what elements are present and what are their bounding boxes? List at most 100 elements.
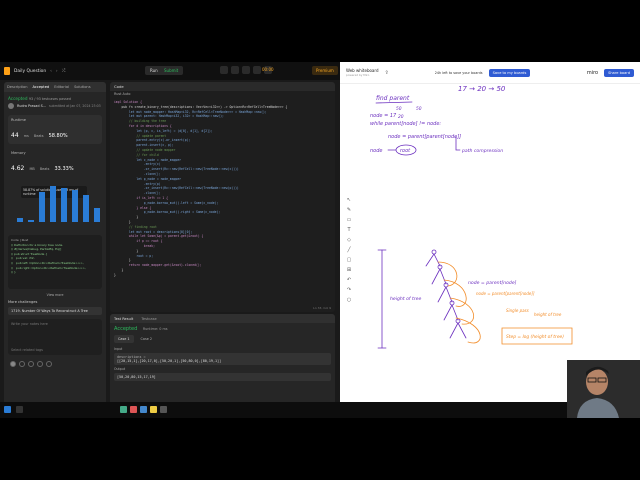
cursor-icon[interactable]: ↖ (345, 197, 353, 204)
undo-icon[interactable]: ↶ (345, 277, 353, 284)
code-line[interactable]: } (114, 273, 287, 278)
shape-icon[interactable]: ◇ (345, 237, 353, 244)
distribution-bar[interactable] (83, 195, 89, 222)
prev-arrow-icon[interactable]: ‹ (50, 69, 52, 74)
underline-stroke (375, 101, 413, 104)
problem-list-title[interactable]: Daily Question (14, 69, 46, 74)
premium-button[interactable]: Premium (312, 66, 338, 75)
webcam-person (567, 360, 640, 418)
test-result-panel: Test Result Testcase Accepted Runtime: 0… (110, 314, 335, 409)
submitter-row: Rudra Prasad S... submitted at Jan 07, 2… (4, 101, 106, 111)
language-selector[interactable]: Rust Auto (110, 91, 335, 99)
n50-note-2: 50 (416, 106, 422, 112)
test-tabs: Test Result Testcase (110, 314, 335, 323)
memory-beats-label: Beats (39, 167, 50, 171)
cursor-position: Ln 33, Col 9 (313, 306, 331, 310)
input-label: Input (114, 347, 123, 351)
start-icon[interactable] (4, 406, 11, 413)
path-compression-label: path compression (461, 148, 503, 154)
code-lines[interactable]: impl Solution { pub fn create_binary_tre… (114, 100, 287, 277)
input-value: [[20,15,1],[20,17,0],[50,20,1],[50,80,0]… (117, 359, 222, 363)
code-editor[interactable]: Code Rust Auto impl Solution { pub fn cr… (110, 82, 335, 312)
challenge-link[interactable]: 1719. Number Of Ways To Reconstruct A Tr… (8, 307, 102, 315)
tree-formula: node = parent[node] (468, 280, 517, 286)
whiteboard-canvas[interactable]: 17 → 20 → 50 find parent 50 50 20 node =… (340, 62, 640, 402)
test-accepted-label: Accepted (114, 326, 138, 332)
distribution-bar[interactable] (72, 189, 78, 222)
n20-note: 20 (398, 114, 404, 120)
pen-icon[interactable]: ✎ (345, 207, 353, 214)
sticky-note-icon[interactable]: ▭ (345, 217, 353, 224)
app-icon[interactable] (120, 406, 127, 413)
frame-icon[interactable]: ⊞ (345, 267, 353, 274)
distribution-bar[interactable] (28, 220, 34, 222)
runtime-distribution-chart[interactable]: 58.87% of solutions used 33 ms of runtim… (11, 176, 100, 228)
panel-tabs: Description Accepted Editorial Solutions (4, 82, 106, 92)
tab-editorial[interactable]: Editorial (54, 85, 69, 89)
case-1-tab[interactable]: Case 1 (114, 335, 134, 343)
accepted-label: Accepted (8, 96, 28, 101)
text-icon[interactable]: T (345, 227, 353, 234)
avatar[interactable] (8, 103, 14, 109)
tree-edge (437, 286, 453, 303)
search-icon[interactable] (16, 406, 23, 413)
settings-icon[interactable] (231, 66, 239, 74)
header-note: 17 → 20 → 50 (458, 85, 506, 93)
editor-title: Code (110, 82, 335, 91)
more-icon[interactable]: ○ (345, 297, 353, 304)
app-icon[interactable] (140, 406, 147, 413)
case-2-tab[interactable]: Case 2 (137, 335, 157, 343)
color-dot[interactable] (28, 361, 34, 367)
shuffle-icon[interactable]: ⤮ (62, 68, 66, 74)
n50-note: 50 (396, 106, 402, 112)
tree-node (431, 249, 437, 255)
distribution-bar[interactable] (39, 192, 45, 222)
tab-description[interactable]: Description (7, 85, 27, 89)
comment-icon[interactable]: ▢ (345, 257, 353, 264)
case-tabs: Case 1 Case 2 (110, 332, 335, 346)
leetcode-logo-icon[interactable] (4, 67, 10, 75)
tab-accepted[interactable]: Accepted (32, 85, 49, 89)
color-dot[interactable] (19, 361, 25, 367)
tab-test-result[interactable]: Test Result (114, 317, 133, 321)
timer[interactable]: 00:00 (262, 67, 274, 72)
output-value: [50,20,80,15,17,19] (114, 373, 331, 381)
notes-area[interactable]: Write your notes here Select related tag… (8, 319, 102, 355)
submitter-name[interactable]: Rudra Prasad S... (17, 104, 46, 108)
color-dot[interactable] (37, 361, 43, 367)
color-dot[interactable] (46, 361, 52, 367)
app-icon[interactable] (130, 406, 137, 413)
distribution-bar[interactable] (94, 207, 100, 222)
app-icon[interactable] (160, 406, 167, 413)
layout-icon[interactable] (220, 66, 228, 74)
notification-icon[interactable] (253, 66, 261, 74)
node-line-2: while parent[node] != node: (370, 121, 441, 127)
screen: Daily Question ‹ › ⤮ Run Submit 00:00 Pr… (0, 62, 640, 418)
memory-beats-value: 33.33% (54, 166, 74, 172)
submitted-at: submitted at Jan 07, 2024 23:03 (48, 104, 101, 108)
tree-edge (425, 253, 441, 267)
line-icon[interactable]: ╱ (345, 247, 353, 254)
next-arrow-icon[interactable]: › (56, 69, 58, 74)
tab-testcase[interactable]: Testcase (141, 317, 156, 321)
streak-icon[interactable] (242, 66, 250, 74)
note-color-picker (4, 359, 106, 369)
tree-edge (449, 322, 467, 339)
submission-panel: Description Accepted Editorial Solutions… (4, 82, 106, 408)
submit-button[interactable]: Submit (159, 66, 184, 75)
orange-note-3: Step = log (height of tree) (506, 334, 564, 340)
whiteboard[interactable]: Web whiteboard powered by Miro ⇪ 24h lef… (340, 62, 640, 402)
code-line[interactable]: pub fn create_binary_tree(descriptions: … (114, 105, 287, 110)
distribution-bar[interactable] (61, 187, 67, 222)
distribution-bar[interactable] (17, 218, 23, 222)
distribution-bar[interactable] (50, 186, 56, 222)
tab-solutions[interactable]: Solutions (74, 85, 91, 89)
app-icon[interactable] (150, 406, 157, 413)
redo-icon[interactable]: ↷ (345, 287, 353, 294)
color-dot[interactable] (10, 361, 16, 367)
notes-tags-hint[interactable]: Select related tags (11, 348, 99, 352)
tree-edge (431, 268, 447, 285)
runtime-card[interactable]: Runtime 44 ms Beats 58.80% (8, 115, 102, 144)
webcam-overlay (567, 360, 640, 418)
memory-card[interactable]: Memory 4.62 MB Beats 33.33% 58.87% of so… (8, 148, 102, 231)
